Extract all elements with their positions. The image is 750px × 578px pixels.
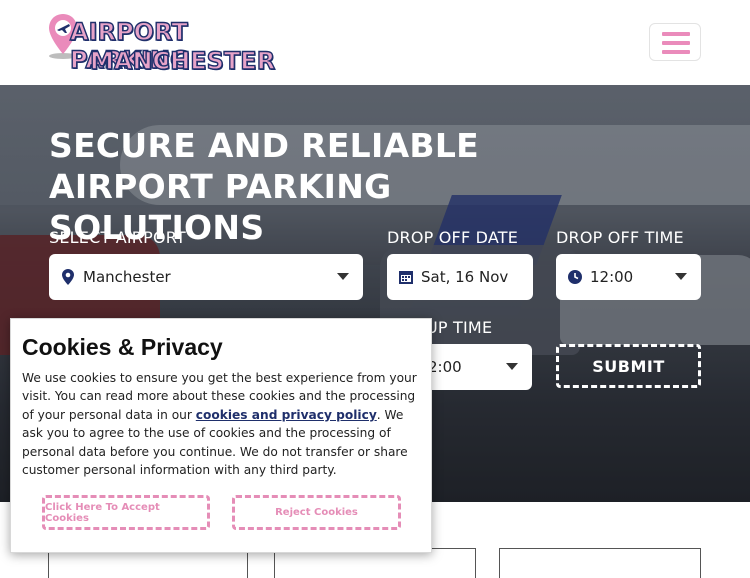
dropoff-time-select[interactable]: 12:00 xyxy=(556,254,701,300)
site-logo[interactable]: AIRPORT PARKING MANCHESTER xyxy=(48,12,288,76)
clock-icon xyxy=(568,270,582,284)
pickup-time-value: 2:00 xyxy=(428,358,462,376)
cookie-consent-dialog: Cookies & Privacy We use cookies to ensu… xyxy=(10,318,432,553)
chevron-down-icon xyxy=(337,273,349,280)
hamburger-menu-icon-bar xyxy=(662,50,690,54)
cookies-privacy-policy-link[interactable]: cookies and privacy policy xyxy=(196,408,377,422)
hamburger-menu-button[interactable] xyxy=(649,23,701,61)
calendar-icon xyxy=(399,270,413,284)
reject-cookies-button[interactable]: Reject Cookies xyxy=(232,495,401,530)
pickup-time-label: UP TIME xyxy=(426,318,493,337)
cookie-dialog-title: Cookies & Privacy xyxy=(22,334,223,360)
chevron-down-icon xyxy=(506,363,518,370)
dropoff-date-label: DROP OFF DATE xyxy=(387,228,519,247)
cookie-dialog-text: We use cookies to ensure you get the bes… xyxy=(22,369,424,479)
airport-select-value: Manchester xyxy=(83,268,171,286)
logo-text-line2: MANCHESTER xyxy=(89,46,276,75)
location-pin-icon xyxy=(61,269,75,285)
hamburger-menu-icon xyxy=(662,32,690,36)
submit-button[interactable]: SUBMIT xyxy=(556,344,701,388)
site-header: AIRPORT PARKING MANCHESTER xyxy=(0,0,750,85)
chevron-down-icon xyxy=(675,273,687,280)
accept-cookies-button[interactable]: Click Here To Accept Cookies xyxy=(42,495,210,530)
hamburger-menu-icon-bar xyxy=(662,41,690,45)
dropoff-time-label: DROP OFF TIME xyxy=(556,228,684,247)
select-airport-label: SELECT AIRPORT xyxy=(49,228,186,247)
info-box xyxy=(499,548,701,578)
airport-select[interactable]: Manchester xyxy=(49,254,363,300)
dropoff-date-input[interactable]: Sat, 16 Nov xyxy=(387,254,533,300)
dropoff-time-value: 12:00 xyxy=(590,268,634,286)
dropoff-date-value: Sat, 16 Nov xyxy=(421,268,509,286)
